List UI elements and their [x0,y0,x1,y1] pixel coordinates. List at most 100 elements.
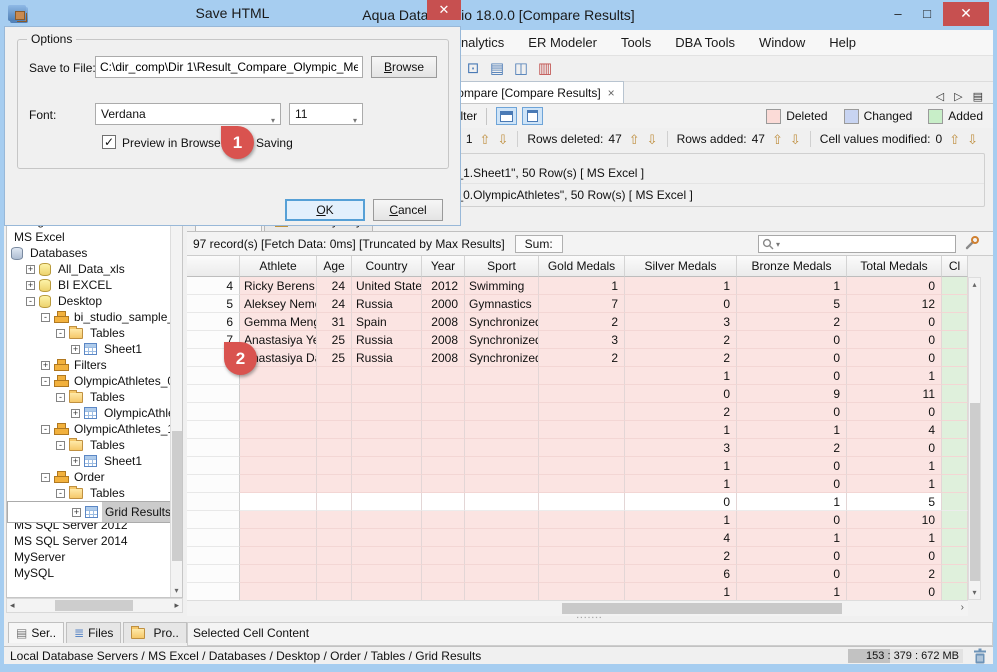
grid-row[interactable]: 411 [187,529,968,547]
ok-button[interactable]: OK [285,199,365,221]
grid-cell[interactable] [422,511,465,529]
grid-cell[interactable] [942,493,968,511]
scroll-down-icon[interactable]: ▾ [171,586,182,595]
grid-cell[interactable] [240,583,317,600]
grid-cell[interactable] [942,547,968,565]
grid-cell[interactable]: 1 [847,367,942,385]
grid-cell[interactable] [240,511,317,529]
grid-cell[interactable]: 1 [625,421,737,439]
grid-cell[interactable]: 0 [847,349,942,367]
grid-cell[interactable]: 2 [847,565,942,583]
grid-cell[interactable] [465,385,539,403]
search-options-caret-icon[interactable]: ▾ [776,240,780,249]
grid-cell[interactable]: 4 [847,421,942,439]
grid-row[interactable]: 0 9 11 [187,385,968,403]
grid-cell[interactable] [187,439,240,457]
scroll-down-icon[interactable]: ▾ [969,588,980,597]
grid-cell[interactable] [942,565,968,583]
grid-cell[interactable] [352,457,422,475]
grid-cell[interactable] [465,583,539,600]
column-header-total-medals[interactable]: Total Medals [847,256,942,277]
grid-cell[interactable] [465,475,539,493]
grid-row[interactable]: 320 [187,439,968,457]
grid-cell[interactable] [240,385,317,403]
grid-cell[interactable] [317,583,352,600]
column-header-age[interactable]: Age [317,256,352,277]
font-name-select[interactable]: Verdana ▾ [95,103,281,125]
preview-checkbox-label[interactable]: Preview in Browser After Saving [122,136,293,150]
tree-expander-icon[interactable]: - [56,440,65,450]
trash-icon[interactable] [973,648,987,664]
grid-cell[interactable] [465,421,539,439]
sidebar-tab-ser[interactable]: ▤ Ser.. [8,622,65,643]
grid-cell[interactable] [352,475,422,493]
prev-diff-icon[interactable]: ⇧ [772,133,783,146]
column-header-rownum[interactable] [187,256,240,277]
tabs-scroll-right-icon[interactable]: ▷ [954,90,962,103]
grid-options-wrench-icon[interactable] [964,235,980,251]
grid-cell[interactable]: 0 [847,439,942,457]
preview-checkbox[interactable]: ✓ [102,135,116,149]
tree-item-databases[interactable]: Databases [7,245,182,261]
grid-cell[interactable]: 2 [737,439,847,457]
grid-cell[interactable]: 0 [737,349,847,367]
next-diff-icon[interactable]: ⇩ [967,133,978,146]
column-header-country[interactable]: Country [352,256,422,277]
tree-item-sheet1[interactable]: + Sheet1 [7,341,182,357]
grid-cell[interactable] [539,421,625,439]
grid-cell[interactable]: 0 [625,493,737,511]
grid-cell[interactable] [317,403,352,421]
grid-cell[interactable] [317,493,352,511]
tree-item-olympicathle[interactable]: + OlympicAthle [7,405,182,421]
tree-horizontal-scrollbar[interactable]: ◂ ▸ [6,598,183,613]
grid-cell[interactable]: 0 [737,565,847,583]
grid-cell[interactable]: 0 [737,403,847,421]
scrollbar-thumb[interactable] [562,603,842,614]
grid-cell[interactable]: 1 [625,367,737,385]
grid-row[interactable]: 015 [187,493,968,511]
grid-cell[interactable]: 10 [847,511,942,529]
grid-cell[interactable] [240,565,317,583]
minimize-button[interactable]: – [884,4,912,25]
grid-cell[interactable] [187,493,240,511]
grid-cell[interactable]: Gemma Mengu [240,313,317,331]
maximize-button[interactable]: □ [913,4,941,25]
grid-cell[interactable]: 2 [625,331,737,349]
cancel-button[interactable]: Cancel [373,199,443,221]
tree-item-bi-studio-sample-da[interactable]: - bi_studio_sample_da [7,309,182,325]
grid-cell[interactable] [422,385,465,403]
grid-cell[interactable] [187,421,240,439]
tree-item-olympicathletes-0[interactable]: - OlympicAthletes_0 [7,373,182,389]
grid-cell[interactable] [942,367,968,385]
grid-cell[interactable] [539,565,625,583]
grid-cell[interactable] [317,511,352,529]
grid-cell[interactable]: 2 [625,547,737,565]
grid-cell[interactable] [352,385,422,403]
grid-row[interactable]: 7 Anastasiya Yer 25 Russia 2008 Synchronized 3… [187,331,968,349]
scroll-left-icon[interactable]: ◂ [10,600,15,611]
grid-cell[interactable]: 0 [625,385,737,403]
grid-cell[interactable] [352,367,422,385]
grid-cell[interactable]: 0 [737,367,847,385]
grid-cell[interactable] [422,565,465,583]
grid-cell[interactable] [240,439,317,457]
tree-expander-icon[interactable]: + [71,408,80,418]
grid-cell[interactable] [187,403,240,421]
grid-cell[interactable]: 1 [625,583,737,600]
tabs-scroll-left-icon[interactable]: ◁ [936,90,944,103]
grid-cell[interactable] [422,457,465,475]
grid-cell[interactable]: 2008 [422,331,465,349]
grid-cell[interactable]: 2 [539,349,625,367]
grid-cell[interactable] [465,529,539,547]
grid-cell[interactable] [422,547,465,565]
grid-cell[interactable]: 1 [847,529,942,547]
tree-expander-icon[interactable]: + [71,344,80,354]
sum-button[interactable]: Sum: [514,234,563,253]
grid-cell[interactable]: Russia [352,349,422,367]
tabs-list-icon[interactable]: ▤ [973,90,983,103]
grid-cell[interactable]: 2008 [422,349,465,367]
grid-cell[interactable]: 2000 [422,295,465,313]
tree-item-ms-sql-server-2014[interactable]: MS SQL Server 2014 [7,533,182,549]
tree-item-bi-excel[interactable]: + BI EXCEL [7,277,182,293]
grid-cell[interactable]: 0 [847,547,942,565]
